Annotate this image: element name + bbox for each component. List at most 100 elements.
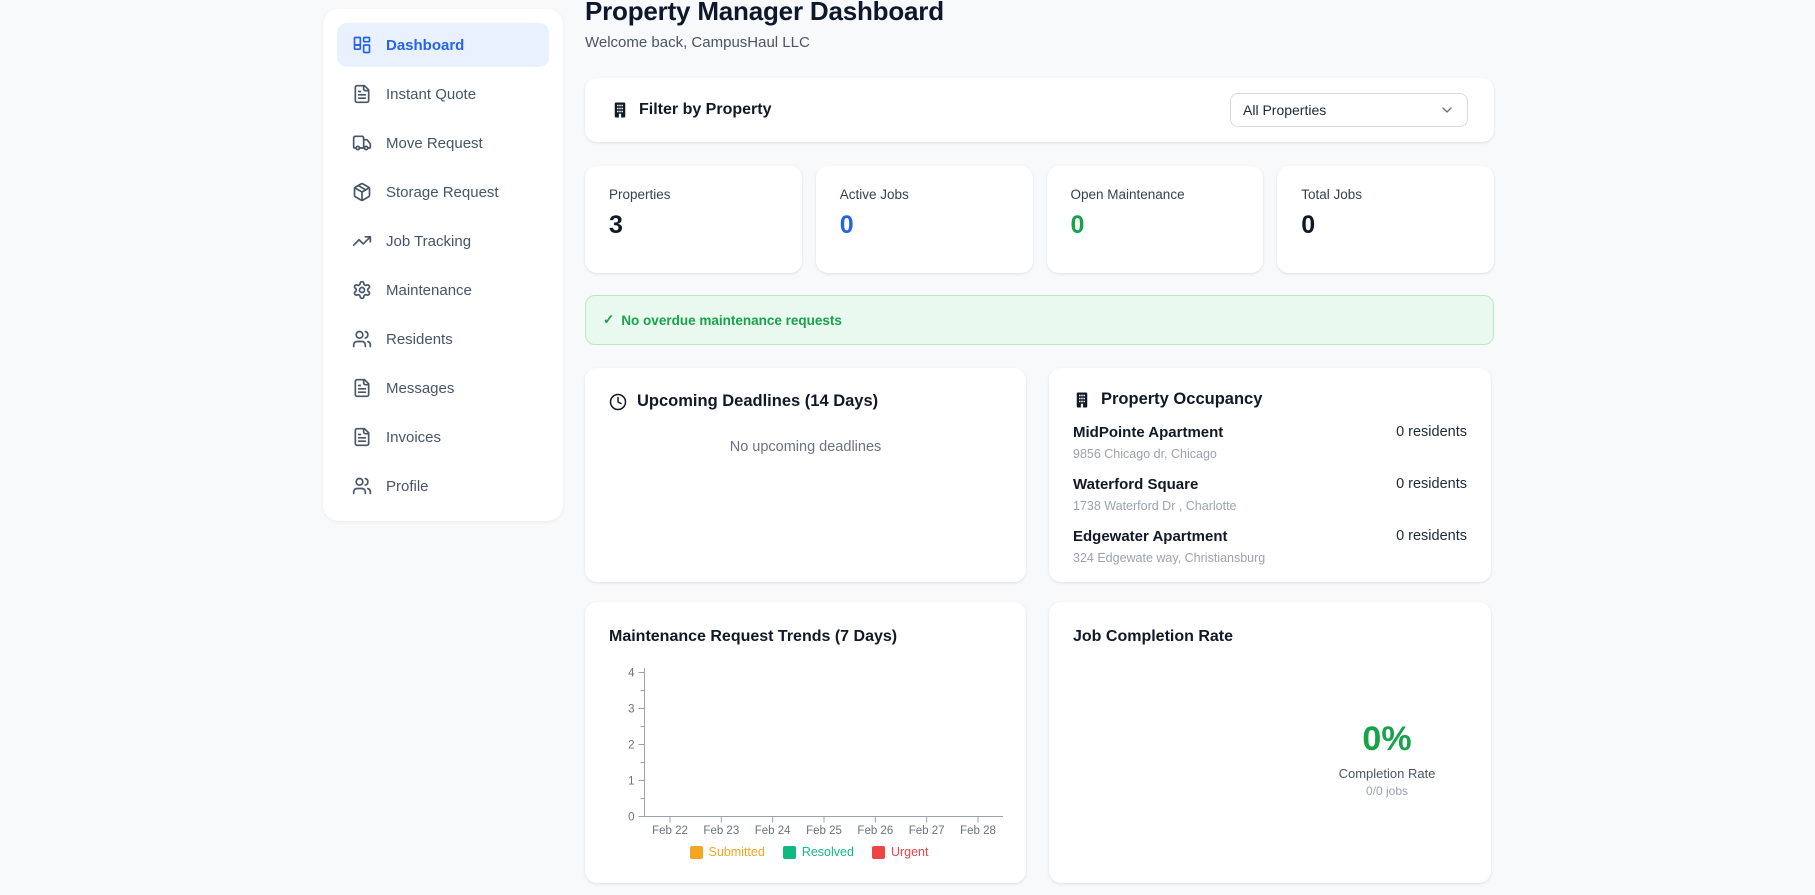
sidebar-item-maintenance[interactable]: Maintenance xyxy=(337,268,549,312)
completion-rate-value: 0% xyxy=(1362,720,1412,758)
property-filter-value: All Properties xyxy=(1243,102,1327,118)
sidebar-item-dashboard[interactable]: Dashboard xyxy=(337,23,549,67)
svg-text:Feb 23: Feb 23 xyxy=(703,825,739,837)
sidebar-item-label: Profile xyxy=(386,477,429,495)
svg-text:Feb 24: Feb 24 xyxy=(755,825,791,837)
svg-text:Feb 28: Feb 28 xyxy=(960,825,996,837)
legend-item-submitted[interactable]: Submitted xyxy=(689,845,765,859)
sidebar-item-invoices[interactable]: Invoices xyxy=(337,415,549,459)
sidebar-item-profile[interactable]: Profile xyxy=(337,464,549,508)
sidebar-item-residents[interactable]: Residents xyxy=(337,317,549,361)
file-icon xyxy=(354,84,370,104)
residents-count: 0 residents xyxy=(1396,424,1467,440)
dashboard-icon xyxy=(353,36,371,54)
deadlines-title-text: Upcoming Deadlines (14 Days) xyxy=(637,392,879,410)
sidebar-item-move-request[interactable]: Move Request xyxy=(337,121,549,165)
completion-stats: 0% Completion Rate 0/0 jobs xyxy=(1307,720,1467,798)
chart-legend: Submitted Resolved Urgent xyxy=(609,845,1009,859)
stat-label: Open Maintenance xyxy=(1070,187,1185,202)
sidebar-item-storage-request[interactable]: Storage Request xyxy=(337,170,549,214)
occupancy-row: MidPointe Apartment 9856 Chicago dr, Chic… xyxy=(1073,409,1467,461)
users-icon xyxy=(352,330,372,348)
welcome-text: Welcome back, CampusHaul LLC xyxy=(585,34,810,51)
sidebar-item-instant-quote[interactable]: Instant Quote xyxy=(337,72,549,116)
filter-label-text: Filter by Property xyxy=(639,101,772,118)
sidebar-item-label: Dashboard xyxy=(386,36,465,54)
property-address: 1738 Waterford Dr , Charlotte xyxy=(1073,499,1237,513)
check-icon: ✓ xyxy=(603,312,615,327)
filter-card: Filter by Property All Properties xyxy=(585,78,1494,142)
main-content: Property Manager Dashboard Welcome back,… xyxy=(585,0,1494,895)
stat-value: 0 xyxy=(1070,211,1085,239)
legend-swatch xyxy=(689,845,703,859)
residents-count: 0 residents xyxy=(1396,476,1467,492)
filter-label: Filter by Property xyxy=(611,101,771,119)
trends-line-chart: 0 1 2 3 4 Feb 22 Feb 23 Feb 24 Feb 25 Feb 26 Feb 2… xyxy=(628,668,1003,837)
stat-label: Total Jobs xyxy=(1301,187,1363,202)
occupancy-row-info: MidPointe Apartment 9856 Chicago dr, Chic… xyxy=(1073,424,1223,461)
completion-title: Job Completion Rate xyxy=(1073,628,1467,646)
users-icon xyxy=(352,477,372,495)
gear-icon xyxy=(353,280,371,300)
stat-card-properties: Properties 3 xyxy=(585,166,802,273)
residents-count: 0 residents xyxy=(1396,528,1467,544)
occupancy-row-info: Waterford Square 1738 Waterford Dr , Char… xyxy=(1073,476,1237,513)
upcoming-deadlines-card: Upcoming Deadlines (14 Days) No upcoming… xyxy=(585,368,1026,582)
file-icon xyxy=(354,427,370,447)
property-name: MidPointe Apartment xyxy=(1073,424,1224,441)
occupancy-row: Edgewater Apartment 324 Edgewate way, Chr… xyxy=(1073,513,1467,565)
stats-row: Properties 3 Active Jobs 0 Open Maintenance 0… xyxy=(585,166,1494,273)
occupancy-title: Property Occupancy xyxy=(1073,390,1467,409)
clock-icon xyxy=(609,393,627,410)
svg-text:3: 3 xyxy=(628,704,634,716)
legend-item-resolved[interactable]: Resolved xyxy=(782,845,854,859)
sidebar-item-label: Instant Quote xyxy=(386,85,477,103)
sidebar-item-label: Invoices xyxy=(386,428,442,446)
stat-value: 0 xyxy=(1301,211,1316,239)
sidebar-item-label: Job Tracking xyxy=(386,232,472,250)
page-title: Property Manager Dashboard xyxy=(585,0,944,26)
sidebar-item-label: Maintenance xyxy=(386,281,472,299)
sidebar-item-job-tracking[interactable]: Job Tracking xyxy=(337,219,549,263)
property-occupancy-card: Property Occupancy MidPointe Apartment 98… xyxy=(1049,368,1491,582)
svg-text:1: 1 xyxy=(628,776,634,788)
legend-swatch xyxy=(782,845,796,859)
file-icon xyxy=(354,378,370,398)
stat-value: 0 xyxy=(839,211,854,239)
svg-text:Feb 27: Feb 27 xyxy=(909,825,945,837)
sidebar-item-label: Storage Request xyxy=(386,183,499,201)
svg-text:0: 0 xyxy=(628,812,634,824)
package-icon xyxy=(353,182,371,202)
legend-label: Submitted xyxy=(708,845,765,859)
banner-text: No overdue maintenance requests xyxy=(621,312,842,328)
trending-up-icon xyxy=(352,236,372,246)
svg-text:Feb 25: Feb 25 xyxy=(806,825,842,837)
stat-card-active-jobs: Active Jobs 0 xyxy=(815,166,1033,273)
legend-item-urgent[interactable]: Urgent xyxy=(871,845,928,859)
trends-title-text: Maintenance Request Trends (7 Days) xyxy=(609,628,898,645)
svg-text:Feb 22: Feb 22 xyxy=(652,825,688,837)
job-completion-card: Job Completion Rate 0% Completion Rate 0… xyxy=(1049,602,1491,883)
property-filter-dropdown[interactable]: All Properties xyxy=(1230,93,1468,127)
building-icon xyxy=(614,102,626,118)
sidebar-item-label: Residents xyxy=(386,330,453,348)
stat-label: Active Jobs xyxy=(839,187,909,202)
legend-label: Resolved xyxy=(801,845,854,859)
maintenance-trends-card: Maintenance Request Trends (7 Days) 0 1 2 3… xyxy=(585,602,1026,883)
trends-title: Maintenance Request Trends (7 Days) xyxy=(609,628,1002,646)
property-name: Waterford Square xyxy=(1073,476,1199,493)
completion-title-text: Job Completion Rate xyxy=(1073,628,1234,645)
sidebar-item-messages[interactable]: Messages xyxy=(337,366,549,410)
sidebar-item-label: Messages xyxy=(386,379,455,397)
deadlines-title: Upcoming Deadlines (14 Days) xyxy=(609,392,1002,411)
deadlines-empty-text: No upcoming deadlines xyxy=(729,439,882,455)
building-icon xyxy=(1076,392,1088,407)
legend-swatch xyxy=(871,845,885,859)
no-overdue-banner: ✓ No overdue maintenance requests xyxy=(585,295,1494,345)
completion-rate-label: Completion Rate xyxy=(1338,766,1436,781)
property-address: 324 Edgewate way, Christiansburg xyxy=(1073,551,1266,565)
chevron-down-icon xyxy=(1442,107,1452,113)
svg-text:4: 4 xyxy=(628,668,635,680)
stat-value: 3 xyxy=(609,211,623,239)
sidebar: Dashboard Instant Quote Move Request Storag… xyxy=(323,9,563,521)
